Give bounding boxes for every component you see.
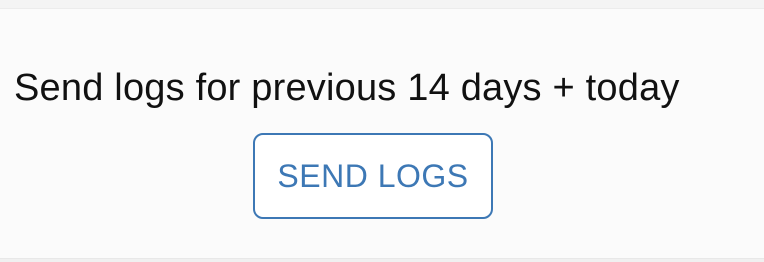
send-logs-button[interactable]: SEND LOGS <box>253 133 493 219</box>
screen: Send logs for previous 14 days + today S… <box>0 0 764 262</box>
send-logs-description: Send logs for previous 14 days + today <box>14 67 680 109</box>
top-divider <box>0 0 764 9</box>
send-logs-panel: Send logs for previous 14 days + today S… <box>0 9 764 258</box>
bottom-divider <box>0 258 764 262</box>
